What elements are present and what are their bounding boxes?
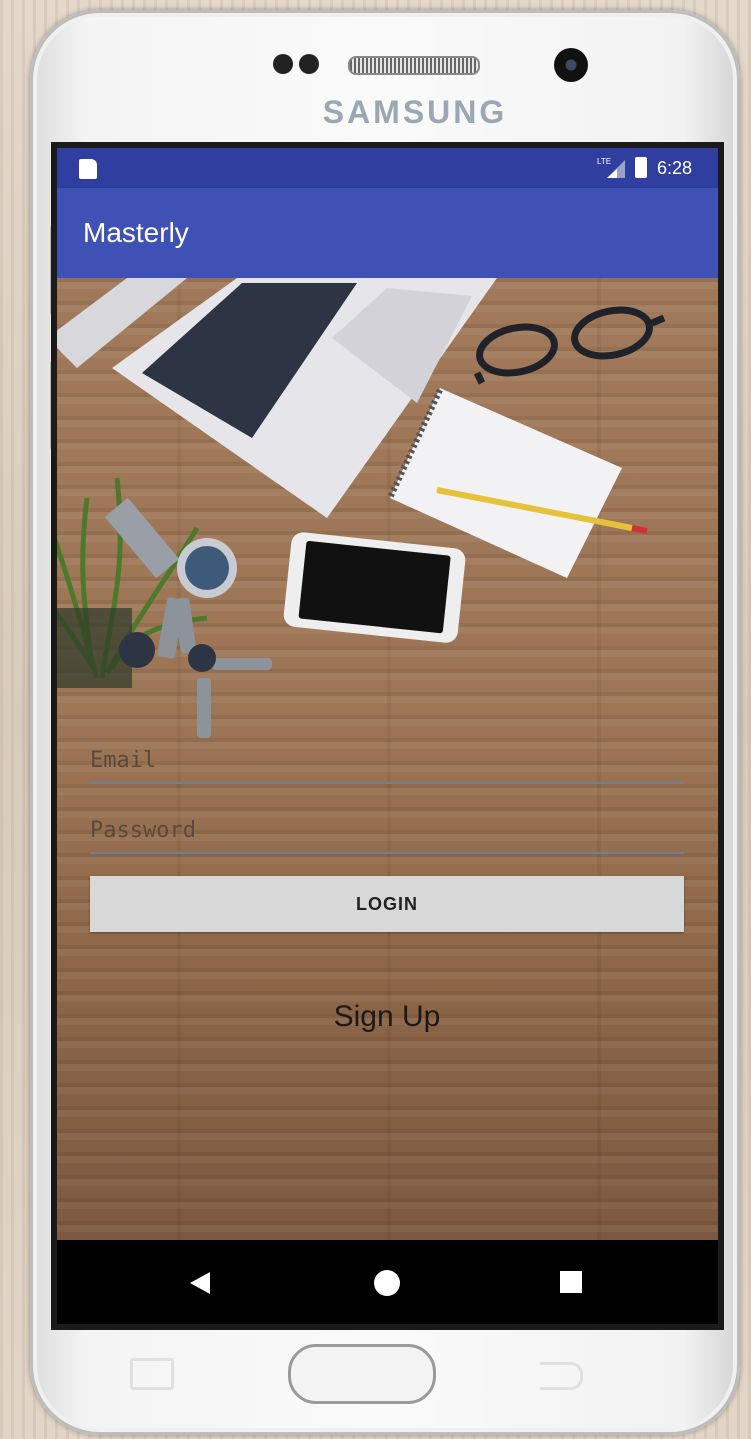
sensor-dots bbox=[273, 54, 325, 79]
email-input[interactable] bbox=[90, 740, 684, 780]
password-field[interactable] bbox=[90, 806, 684, 854]
home-icon[interactable] bbox=[374, 1270, 400, 1296]
back-icon[interactable] bbox=[190, 1272, 210, 1294]
signal-icon: LTE bbox=[597, 157, 625, 178]
app-title: Masterly bbox=[83, 217, 189, 248]
hardware-back-key[interactable] bbox=[540, 1362, 583, 1390]
status-bar: LTE 6:28 bbox=[57, 148, 718, 188]
password-input[interactable] bbox=[90, 810, 684, 850]
glasses-image bbox=[473, 306, 666, 385]
system-nav-bar bbox=[57, 1240, 718, 1324]
device-brand-logo: SAMSUNG bbox=[322, 94, 508, 130]
hardware-recents-key[interactable] bbox=[130, 1358, 174, 1390]
app-toolbar: Masterly bbox=[57, 188, 718, 278]
signup-link[interactable]: Sign Up bbox=[287, 1000, 487, 1034]
recents-icon[interactable] bbox=[560, 1271, 582, 1293]
phone-screen: LTE 6:28 Masterly Email LOGIN Sign Up bbox=[57, 148, 718, 1324]
sd-card-icon bbox=[79, 159, 97, 179]
battery-icon bbox=[635, 157, 647, 178]
front-camera bbox=[554, 48, 588, 82]
status-time: 6:28 bbox=[657, 158, 693, 178]
earpiece-speaker bbox=[348, 56, 480, 75]
hardware-home-button[interactable] bbox=[288, 1344, 436, 1404]
email-field[interactable] bbox=[90, 736, 684, 784]
login-button[interactable]: LOGIN bbox=[90, 876, 684, 932]
svg-text:LTE: LTE bbox=[597, 157, 611, 166]
login-screen: LOGIN Sign Up bbox=[57, 278, 718, 1240]
watch-image bbox=[104, 497, 237, 598]
smartphone-image bbox=[283, 532, 466, 643]
